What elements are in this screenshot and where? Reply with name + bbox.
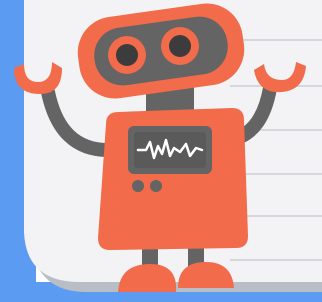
robot-illustration-svg xyxy=(0,0,322,302)
body-button xyxy=(132,180,144,192)
robot-illustration xyxy=(0,0,322,302)
body-button xyxy=(150,180,162,192)
right-eye xyxy=(161,27,199,65)
left-eye xyxy=(108,36,146,74)
